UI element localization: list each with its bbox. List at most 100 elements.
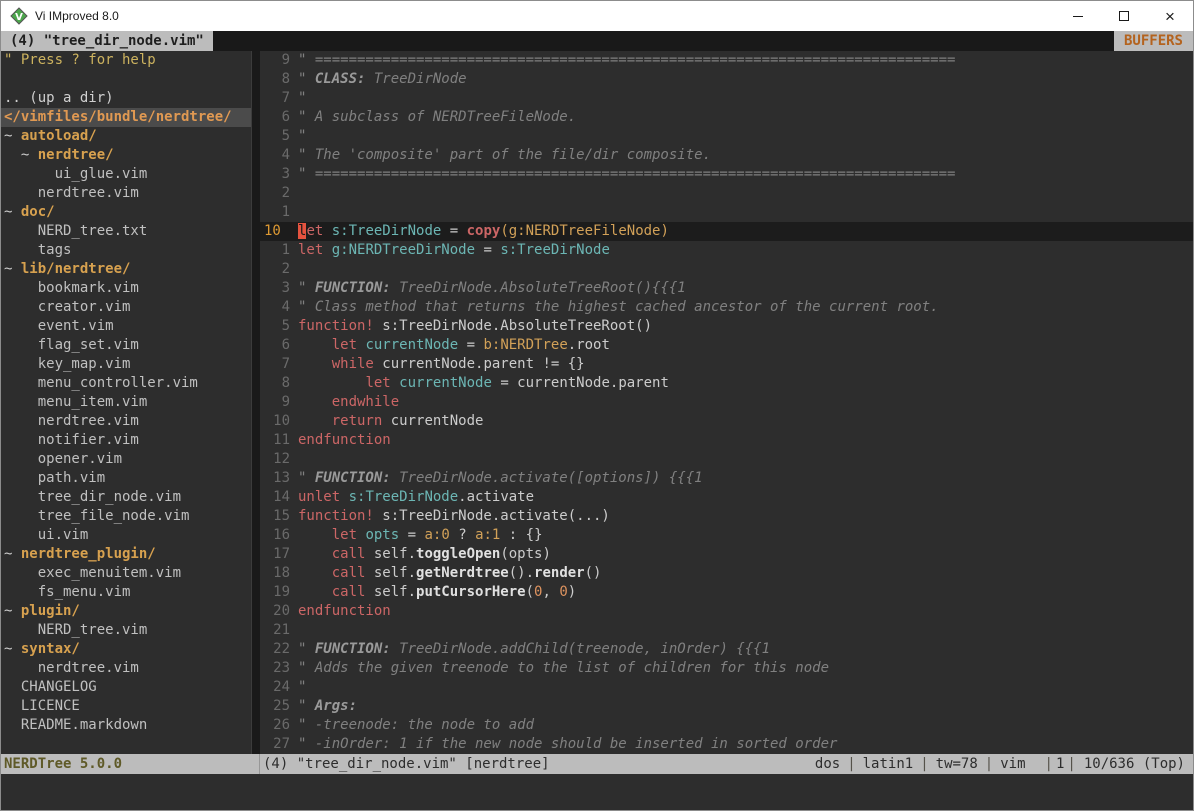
code-line[interactable]: 4" The 'composite' part of the file/dir … <box>260 146 1193 165</box>
nerdtree-item[interactable]: menu_item.vim <box>1 393 251 412</box>
nerdtree-item[interactable]: README.markdown <box>1 716 251 735</box>
code-line[interactable]: 9" =====================================… <box>260 51 1193 70</box>
nerdtree-item[interactable]: ~ autoload/ <box>1 127 251 146</box>
code-line[interactable]: 11endfunction <box>260 431 1193 450</box>
line-number: 12 <box>260 450 290 469</box>
nerdtree-item[interactable]: event.vim <box>1 317 251 336</box>
code-line[interactable]: 18 call self.getNerdtree().render() <box>260 564 1193 583</box>
nerdtree-item[interactable]: .. (up a dir) <box>1 89 251 108</box>
editor-panel[interactable]: 9" =====================================… <box>260 51 1193 754</box>
line-number: 13 <box>260 469 290 488</box>
code-line[interactable]: 8 let currentNode = currentNode.parent <box>260 374 1193 393</box>
code-line[interactable]: 23" Adds the given treenode to the list … <box>260 659 1193 678</box>
statusline-separator: | <box>1045 754 1053 774</box>
nerdtree-item[interactable]: tags <box>1 241 251 260</box>
nerdtree-item[interactable]: notifier.vim <box>1 431 251 450</box>
line-number: 1 <box>260 203 290 222</box>
filetype: vim <box>1000 754 1025 774</box>
window-split-handle[interactable] <box>251 51 260 754</box>
nerdtree-item[interactable]: LICENCE <box>1 697 251 716</box>
nerdtree-item[interactable]: ~ doc/ <box>1 203 251 222</box>
maximize-button[interactable] <box>1101 1 1147 31</box>
nerdtree-item[interactable]: ~ lib/nerdtree/ <box>1 260 251 279</box>
nerdtree-item[interactable]: nerdtree.vim <box>1 184 251 203</box>
code-line[interactable]: 1 <box>260 203 1193 222</box>
nerdtree-item[interactable]: flag_set.vim <box>1 336 251 355</box>
code-line[interactable]: 22" FUNCTION: TreeDirNode.addChild(treen… <box>260 640 1193 659</box>
nerdtree-item[interactable]: bookmark.vim <box>1 279 251 298</box>
nerdtree-item[interactable]: NERD_tree.vim <box>1 621 251 640</box>
code-line[interactable]: 9 endwhile <box>260 393 1193 412</box>
nerdtree-item[interactable]: path.vim <box>1 469 251 488</box>
code-line[interactable]: 14unlet s:TreeDirNode.activate <box>260 488 1193 507</box>
code-line[interactable]: 6 let currentNode = b:NERDTree.root <box>260 336 1193 355</box>
command-line[interactable] <box>1 774 1193 810</box>
nerdtree-item[interactable]: NERD_tree.txt <box>1 222 251 241</box>
code-line[interactable]: 27" -inOrder: 1 if the new node should b… <box>260 735 1193 754</box>
code-line[interactable]: 26" -treenode: the node to add <box>260 716 1193 735</box>
nerdtree-item[interactable]: tree_file_node.vim <box>1 507 251 526</box>
code-line[interactable]: 10 return currentNode <box>260 412 1193 431</box>
code-line[interactable]: 5function! s:TreeDirNode.AbsoluteTreeRoo… <box>260 317 1193 336</box>
nerdtree-item[interactable]: opener.vim <box>1 450 251 469</box>
code-line[interactable]: 6" A subclass of NERDTreeFileNode. <box>260 108 1193 127</box>
nerdtree-item[interactable]: ui_glue.vim <box>1 165 251 184</box>
statusline-separator: | <box>847 754 855 774</box>
code-line[interactable]: 1let g:NERDTreeDirNode = s:TreeDirNode <box>260 241 1193 260</box>
code-line[interactable]: 7 while currentNode.parent != {} <box>260 355 1193 374</box>
nerdtree-item[interactable]: ~ nerdtree/ <box>1 146 251 165</box>
nerdtree-item[interactable]: nerdtree.vim <box>1 659 251 678</box>
nerdtree-item[interactable]: menu_controller.vim <box>1 374 251 393</box>
nerdtree-item[interactable]: creator.vim <box>1 298 251 317</box>
line-number: 26 <box>260 716 290 735</box>
code-line[interactable]: 16 let opts = a:0 ? a:1 : {} <box>260 526 1193 545</box>
nerdtree-item[interactable]: " Press ? for help <box>1 51 251 70</box>
nerdtree-item[interactable]: nerdtree.vim <box>1 412 251 431</box>
nerdtree-item[interactable]: ~ syntax/ <box>1 640 251 659</box>
nerdtree-item[interactable] <box>1 70 251 89</box>
code-line[interactable]: 17 call self.toggleOpen(opts) <box>260 545 1193 564</box>
nerdtree-item[interactable]: tree_dir_node.vim <box>1 488 251 507</box>
close-icon: × <box>1165 8 1175 25</box>
line-number: 6 <box>260 336 290 355</box>
line-number: 23 <box>260 659 290 678</box>
code-line[interactable]: 12 <box>260 450 1193 469</box>
nerdtree-item[interactable]: CHANGELOG <box>1 678 251 697</box>
buffers-label: BUFFERS <box>1114 31 1193 51</box>
tab-active-buffer[interactable]: (4) "tree_dir_node.vim" <box>1 31 213 51</box>
line-number: 2 <box>260 184 290 203</box>
code-line[interactable]: 4" Class method that returns the highest… <box>260 298 1193 317</box>
code-line[interactable]: 24" <box>260 678 1193 697</box>
code-line[interactable]: 5" <box>260 127 1193 146</box>
line-number: 14 <box>260 488 290 507</box>
nerdtree-item[interactable]: exec_menuitem.vim <box>1 564 251 583</box>
nerdtree-root[interactable]: </vimfiles/bundle/nerdtree/ <box>1 108 251 127</box>
statusline-separator: | <box>1067 754 1075 774</box>
nerdtree-item[interactable]: ~ plugin/ <box>1 602 251 621</box>
code-line[interactable]: 3" =====================================… <box>260 165 1193 184</box>
line-number: 16 <box>260 526 290 545</box>
code-line[interactable]: 7" <box>260 89 1193 108</box>
minimize-button[interactable] <box>1055 1 1101 31</box>
nerdtree-item[interactable]: ui.vim <box>1 526 251 545</box>
code-line[interactable]: 2 <box>260 260 1193 279</box>
code-line[interactable]: 13" FUNCTION: TreeDirNode.activate([opti… <box>260 469 1193 488</box>
code-line[interactable]: 8" CLASS: TreeDirNode <box>260 70 1193 89</box>
nerdtree-item[interactable]: key_map.vim <box>1 355 251 374</box>
line-number: 1 <box>260 241 290 260</box>
nerdtree-panel[interactable]: " Press ? for help .. (up a dir)</vimfile… <box>1 51 251 754</box>
nerdtree-item[interactable]: fs_menu.vim <box>1 583 251 602</box>
code-line[interactable]: 20endfunction <box>260 602 1193 621</box>
close-button[interactable]: × <box>1147 1 1193 31</box>
maximize-icon <box>1119 11 1129 21</box>
code-line[interactable]: 2 <box>260 184 1193 203</box>
code-line[interactable]: 25" Args: <box>260 697 1193 716</box>
code-line[interactable]: 3" FUNCTION: TreeDirNode.AbsoluteTreeRoo… <box>260 279 1193 298</box>
code-line[interactable]: 19 call self.putCursorHere(0, 0) <box>260 583 1193 602</box>
code-line[interactable]: 10let s:TreeDirNode = copy(g:NERDTreeFil… <box>260 222 1193 241</box>
nerdtree-item[interactable]: ~ nerdtree_plugin/ <box>1 545 251 564</box>
line-number: 10 <box>260 412 290 431</box>
code-line[interactable]: 21 <box>260 621 1193 640</box>
buffer-info: (4) "tree_dir_node.vim" [nerdtree] <box>260 754 815 774</box>
code-line[interactable]: 15function! s:TreeDirNode.activate(...) <box>260 507 1193 526</box>
